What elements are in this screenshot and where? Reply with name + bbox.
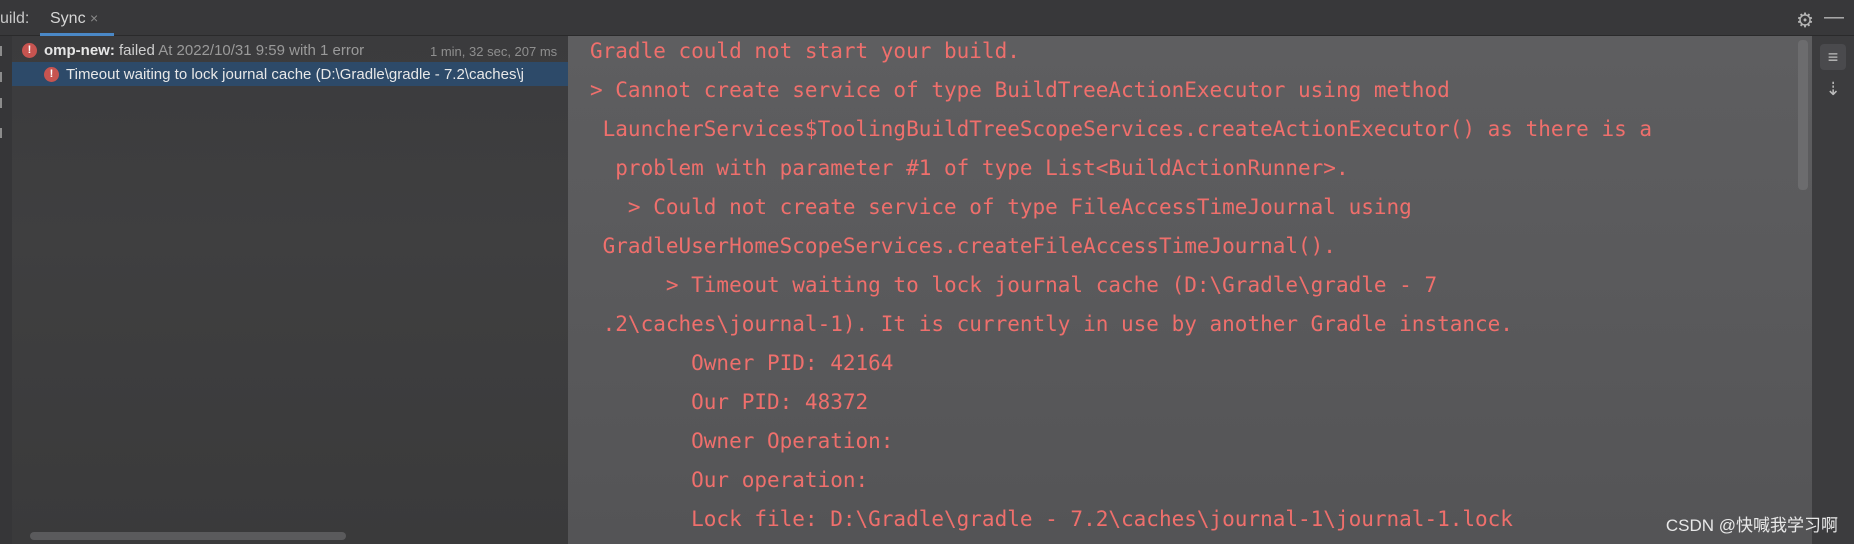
- error-icon: !: [22, 43, 37, 58]
- error-message: Timeout waiting to lock journal cache (D…: [66, 66, 524, 83]
- tool-window-header: uild: Sync × ⚙ —: [0, 0, 1854, 36]
- console-line: Gradle could not start your build.: [590, 39, 1020, 63]
- vertical-scrollbar[interactable]: [1798, 40, 1808, 190]
- build-summary: omp-new: failed At 2022/10/31 9:59 with …: [44, 42, 365, 59]
- console-line: .2\caches\journal-1). It is currently in…: [590, 312, 1513, 336]
- close-icon[interactable]: ×: [90, 10, 98, 26]
- gutter-icon[interactable]: [0, 98, 10, 108]
- console-output[interactable]: Gradle could not start your build. > Can…: [568, 36, 1812, 544]
- tree-row-error[interactable]: ! Timeout waiting to lock journal cache …: [12, 62, 568, 86]
- console-line: > Timeout waiting to lock journal cache …: [590, 273, 1438, 297]
- console-line: problem with parameter #1 of type List<B…: [590, 156, 1349, 180]
- gutter-icon[interactable]: [0, 128, 10, 138]
- console-line: > Cannot create service of type BuildTre…: [590, 78, 1450, 102]
- console-line: Our PID: 48372: [590, 390, 869, 414]
- tab-sync[interactable]: Sync ×: [40, 0, 114, 36]
- build-duration: 1 min, 32 sec, 207 ms: [430, 44, 558, 59]
- console-line: Owner PID: 42164: [590, 351, 894, 375]
- console-line: Owner Operation:: [590, 429, 894, 453]
- tab-sync-label: Sync: [50, 10, 86, 27]
- tree-row-build[interactable]: ! omp-new: failed At 2022/10/31 9:59 wit…: [12, 38, 568, 62]
- horizontal-scrollbar[interactable]: [30, 532, 346, 540]
- left-gutter: [0, 36, 12, 544]
- build-tree: ! omp-new: failed At 2022/10/31 9:59 wit…: [12, 36, 568, 544]
- gear-icon[interactable]: ⚙: [1796, 8, 1814, 33]
- console-toolbar: ≡ ⇣: [1812, 36, 1854, 544]
- gutter-icon[interactable]: [0, 46, 10, 56]
- console-line: > Could not create service of type FileA…: [590, 195, 1412, 219]
- error-icon: !: [44, 67, 59, 82]
- console-line: Our operation:: [590, 468, 869, 492]
- console-line: Lock file: D:\Gradle\gradle - 7.2\caches…: [590, 507, 1513, 531]
- gutter-icon[interactable]: [0, 72, 10, 82]
- scroll-to-end-icon[interactable]: ⇣: [1820, 76, 1846, 102]
- minimize-icon[interactable]: —: [1824, 6, 1844, 29]
- console-line: LauncherServices$ToolingBuildTreeScopeSe…: [590, 117, 1653, 141]
- console-line: GradleUserHomeScopeServices.createFileAc…: [590, 234, 1336, 258]
- soft-wrap-icon[interactable]: ≡: [1820, 44, 1846, 70]
- build-label: uild:: [0, 10, 30, 27]
- watermark: CSDN @快喊我学习啊: [1665, 516, 1838, 535]
